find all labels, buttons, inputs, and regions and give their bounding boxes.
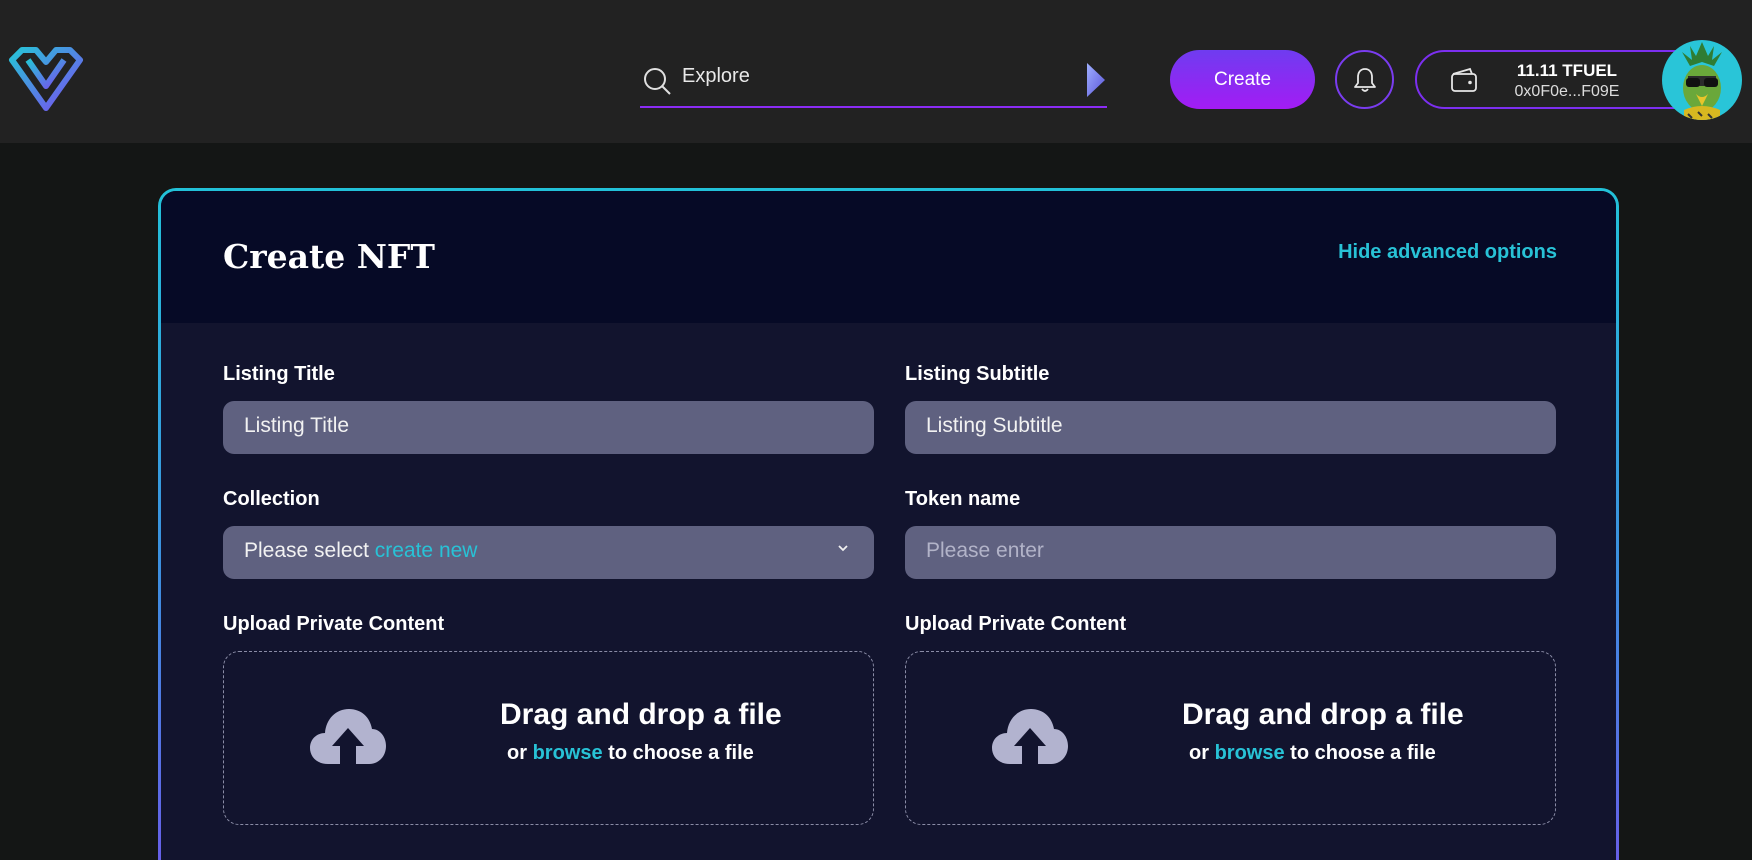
listing-title-label: Listing Title: [223, 363, 335, 385]
token-name-input[interactable]: Please enter: [905, 526, 1556, 579]
card-header: Create NFT Hide advanced options: [161, 191, 1616, 323]
listing-title-input[interactable]: Listing Title: [223, 401, 874, 454]
listing-subtitle-input[interactable]: Listing Subtitle: [905, 401, 1556, 454]
avatar[interactable]: [1662, 40, 1742, 120]
upload-dropzone[interactable]: Drag and drop a file or browse to choose…: [905, 651, 1556, 825]
browse-link[interactable]: browse: [533, 742, 603, 764]
upload-dropzone[interactable]: Drag and drop a file or browse to choose…: [223, 651, 874, 825]
send-icon[interactable]: [1085, 61, 1107, 99]
hide-advanced-options-link[interactable]: Hide advanced options: [1338, 241, 1557, 264]
create-nft-card: Create NFT Hide advanced options Listing…: [158, 188, 1619, 860]
upload-subtitle: or browse to choose a file: [1189, 742, 1436, 765]
collection-select[interactable]: Please select create new: [223, 526, 874, 579]
listing-subtitle-value: Listing Subtitle: [926, 414, 1063, 437]
upload-sub-suffix: to choose a file: [1290, 742, 1436, 764]
top-bar: Explore Create 11.11 TFUEL 0x0F0e...F09E: [0, 0, 1752, 143]
create-button[interactable]: Create: [1170, 50, 1315, 109]
wallet-icon: [1451, 67, 1477, 92]
upload-title: Drag and drop a file: [500, 698, 782, 731]
upload-sub-prefix: or: [1189, 742, 1209, 764]
bell-icon: [1354, 68, 1376, 92]
upload-sub-prefix: or: [507, 742, 527, 764]
notifications-button[interactable]: [1335, 50, 1394, 109]
logo-icon[interactable]: [8, 46, 84, 114]
listing-subtitle-label: Listing Subtitle: [905, 363, 1050, 385]
token-name-placeholder: Please enter: [926, 539, 1044, 562]
wallet-address: 0x0F0e...F09E: [1514, 83, 1620, 100]
cloud-upload-icon: [992, 709, 1068, 764]
collection-label: Collection: [223, 488, 320, 510]
upload-sub-suffix: to choose a file: [608, 742, 754, 764]
chevron-down-icon: [838, 545, 848, 552]
listing-title-value: Listing Title: [244, 414, 350, 437]
wallet-balance: 11.11 TFUEL: [1516, 61, 1618, 80]
upload-title: Drag and drop a file: [1182, 698, 1464, 731]
collection-value: Please select: [244, 539, 369, 562]
token-name-label: Token name: [905, 488, 1021, 510]
search-input[interactable]: Explore: [682, 65, 750, 88]
upload-subtitle: or browse to choose a file: [507, 742, 754, 765]
browse-link[interactable]: browse: [1215, 742, 1285, 764]
search-icon: [644, 68, 671, 95]
search-bar[interactable]: Explore: [640, 58, 1107, 108]
create-new-collection-link[interactable]: create new: [375, 539, 478, 562]
page-title: Create NFT: [223, 237, 435, 276]
upload-private-content-label: Upload Private Content: [223, 613, 445, 635]
upload-private-content-label: Upload Private Content: [905, 613, 1127, 635]
cloud-upload-icon: [310, 709, 386, 764]
